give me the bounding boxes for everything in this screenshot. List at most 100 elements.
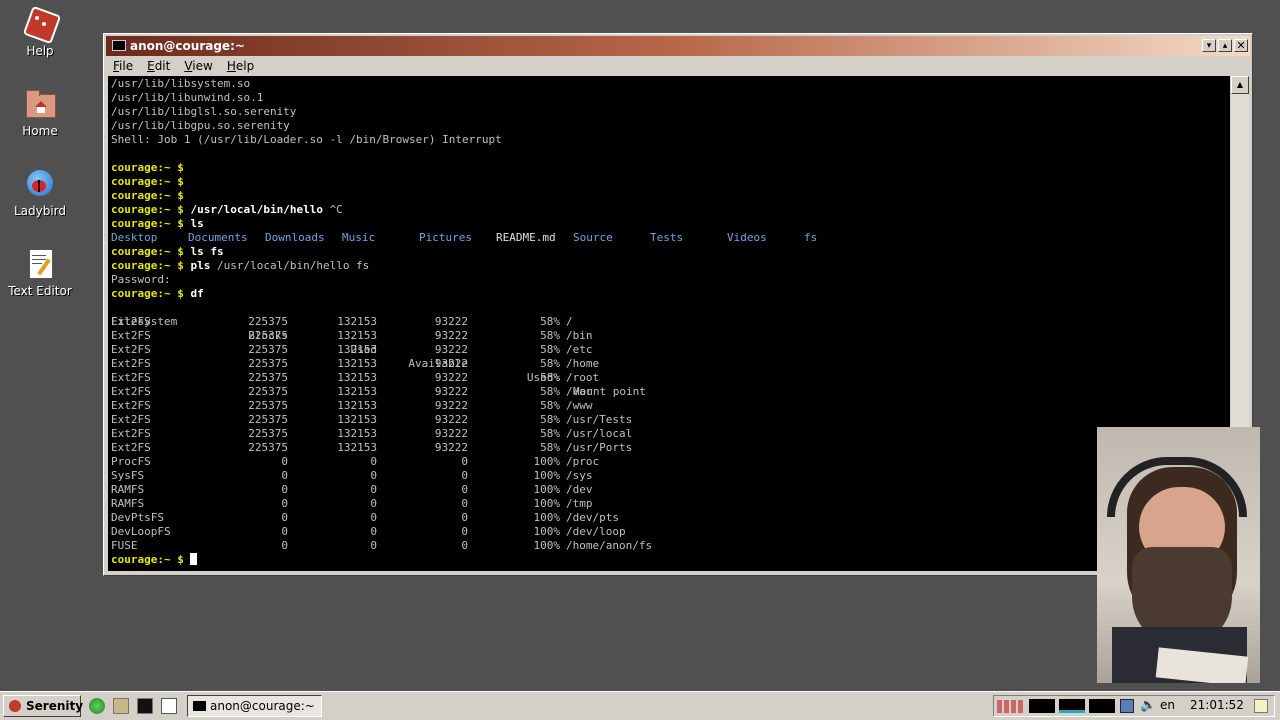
desktop-icon-ladybird[interactable]: Ladybird: [0, 168, 80, 218]
show-desktop-icon[interactable]: [1254, 699, 1268, 713]
start-label: Serenity: [26, 699, 84, 713]
df-cell-used: 132153: [337, 385, 377, 398]
df-cell-available: 0: [461, 525, 468, 538]
output-line: /usr/lib/libunwind.so.1: [111, 91, 264, 104]
desktop-icon-help[interactable]: Help: [0, 5, 80, 58]
prompt: courage:~ $: [111, 553, 184, 566]
network-graph[interactable]: [1089, 699, 1115, 713]
ls-entry: README.md: [496, 231, 556, 244]
scroll-up-button[interactable]: ▲: [1231, 76, 1249, 94]
df-cell-blocks: 225375: [248, 315, 288, 328]
terminal-quicklaunch-icon[interactable]: [137, 698, 153, 714]
ls-entry: fs: [804, 231, 818, 244]
terminal-window: anon@courage:~ ▾ ▴ ✕ File Edit View Help /u…: [103, 33, 1253, 576]
df-row: RAMFS 0 0 0 100% /dev: [111, 483, 1230, 497]
command: pls: [190, 259, 211, 272]
memory-graph[interactable]: [1059, 699, 1085, 713]
df-cell-available: 0: [461, 511, 468, 524]
df-cell-blocks: 0: [281, 497, 288, 510]
command: ls fs: [190, 245, 224, 258]
df-cell-available: 93222: [434, 371, 468, 384]
prompt: courage:~ $: [111, 175, 184, 188]
df-cell-mount-point: /usr/Ports: [566, 441, 633, 454]
df-cell-available: 93222: [434, 385, 468, 398]
df-cell-used-percent: 58%: [540, 385, 560, 398]
cpu-graph[interactable]: [1029, 699, 1055, 713]
df-cell-used-percent: 58%: [540, 427, 560, 440]
df-cell-mount-point: /www: [566, 399, 593, 412]
df-cell-available: 0: [461, 539, 468, 552]
df-cell-filesystem: Ext2FS: [111, 357, 151, 370]
file-manager-quicklaunch-icon[interactable]: [113, 698, 129, 714]
desktop-icon-text-editor[interactable]: Text Editor: [0, 248, 80, 298]
menu-view[interactable]: View: [177, 57, 219, 73]
df-row: DevLoopFS 0 0 0 100% /dev/loop: [111, 525, 1230, 539]
df-cell-blocks: 0: [281, 469, 288, 482]
display-icon[interactable]: [1120, 699, 1134, 713]
df-cell-available: 93222: [434, 329, 468, 342]
command: /usr/local/bin/hello: [190, 203, 323, 216]
df-cell-filesystem: Ext2FS: [111, 441, 151, 454]
audio-icon[interactable]: 🔈: [1140, 698, 1156, 713]
df-cell-available: 93222: [434, 315, 468, 328]
df-cell-filesystem: SysFS: [111, 469, 145, 482]
df-cell-used: 132153: [337, 343, 377, 356]
df-cell-used: 0: [370, 511, 377, 524]
df-row: Ext2FS 225375 132153 93222 58% /: [111, 315, 1230, 329]
df-cell-blocks: 0: [281, 455, 288, 468]
df-cell-available: 0: [461, 469, 468, 482]
terminal-icon: [193, 701, 206, 711]
df-cell-used-percent: 58%: [540, 329, 560, 342]
df-cell-blocks: 225375: [248, 427, 288, 440]
keyboard-layout[interactable]: en: [1160, 698, 1175, 712]
menu-help[interactable]: Help: [220, 57, 261, 73]
menubar: File Edit View Help: [106, 57, 1250, 75]
start-button[interactable]: Serenity: [3, 695, 84, 717]
text-editor-quicklaunch-icon[interactable]: [161, 698, 177, 714]
interrupt: ^C: [329, 203, 343, 216]
clock[interactable]: 21:01:52: [1190, 698, 1244, 712]
prompt-line: courage:~ $ ls: [111, 217, 1230, 231]
taskbar-window-button[interactable]: anon@courage:~: [187, 695, 322, 717]
desktop-icon-label: Help: [26, 44, 54, 58]
network-icon[interactable]: [997, 700, 1023, 713]
desktop-icon-home[interactable]: Home: [0, 88, 80, 138]
df-cell-mount-point: /proc: [566, 455, 600, 468]
close-button[interactable]: ✕: [1234, 39, 1248, 52]
df-cell-filesystem: Ext2FS: [111, 329, 151, 342]
terminal-output[interactable]: /usr/lib/libsystem.so /usr/lib/libunwind…: [108, 76, 1230, 571]
prompt: courage:~ $: [111, 203, 184, 216]
df-cell-blocks: 0: [281, 525, 288, 538]
df-cell-blocks: 225375: [248, 371, 288, 384]
menu-edit[interactable]: Edit: [140, 57, 177, 73]
df-cell-used-percent: 100%: [533, 497, 561, 510]
df-cell-mount-point: /etc: [566, 343, 593, 356]
desktop-icon-label: Ladybird: [13, 204, 67, 218]
df-cell-used: 0: [370, 455, 377, 468]
minimize-button[interactable]: ▾: [1202, 39, 1216, 52]
df-cell-used-percent: 58%: [540, 357, 560, 370]
df-cell-mount-point: /root: [566, 371, 600, 384]
df-cell-used-percent: 100%: [533, 511, 561, 524]
df-cell-blocks: 225375: [248, 329, 288, 342]
df-cell-mount-point: /dev/pts: [566, 511, 619, 524]
df-row: Ext2FS 225375 132153 93222 58% /bin: [111, 329, 1230, 343]
prompt: courage:~ $: [111, 245, 184, 258]
df-cell-filesystem: ProcFS: [111, 455, 151, 468]
df-row: RAMFS 0 0 0 100% /tmp: [111, 497, 1230, 511]
df-cell-used-percent: 100%: [533, 455, 561, 468]
window-titlebar[interactable]: anon@courage:~ ▾ ▴ ✕: [106, 36, 1250, 56]
prompt-line: courage:~ $ ls fs: [111, 245, 1230, 259]
df-cell-available: 93222: [434, 343, 468, 356]
df-row: ProcFS 0 0 0 100% /proc: [111, 455, 1230, 469]
df-cell-filesystem: DevPtsFS: [111, 511, 164, 524]
df-cell-used: 132153: [337, 441, 377, 454]
df-cell-mount-point: /home: [566, 357, 600, 370]
df-cell-used: 132153: [337, 357, 377, 370]
maximize-button[interactable]: ▴: [1218, 39, 1232, 52]
df-cell-available: 0: [461, 455, 468, 468]
output-line: Shell: Job 1 (/usr/lib/Loader.so -l /bin…: [111, 133, 502, 146]
df-cell-used-percent: 100%: [533, 469, 561, 482]
menu-file[interactable]: File: [106, 57, 140, 73]
browser-quicklaunch-icon[interactable]: [89, 698, 105, 714]
